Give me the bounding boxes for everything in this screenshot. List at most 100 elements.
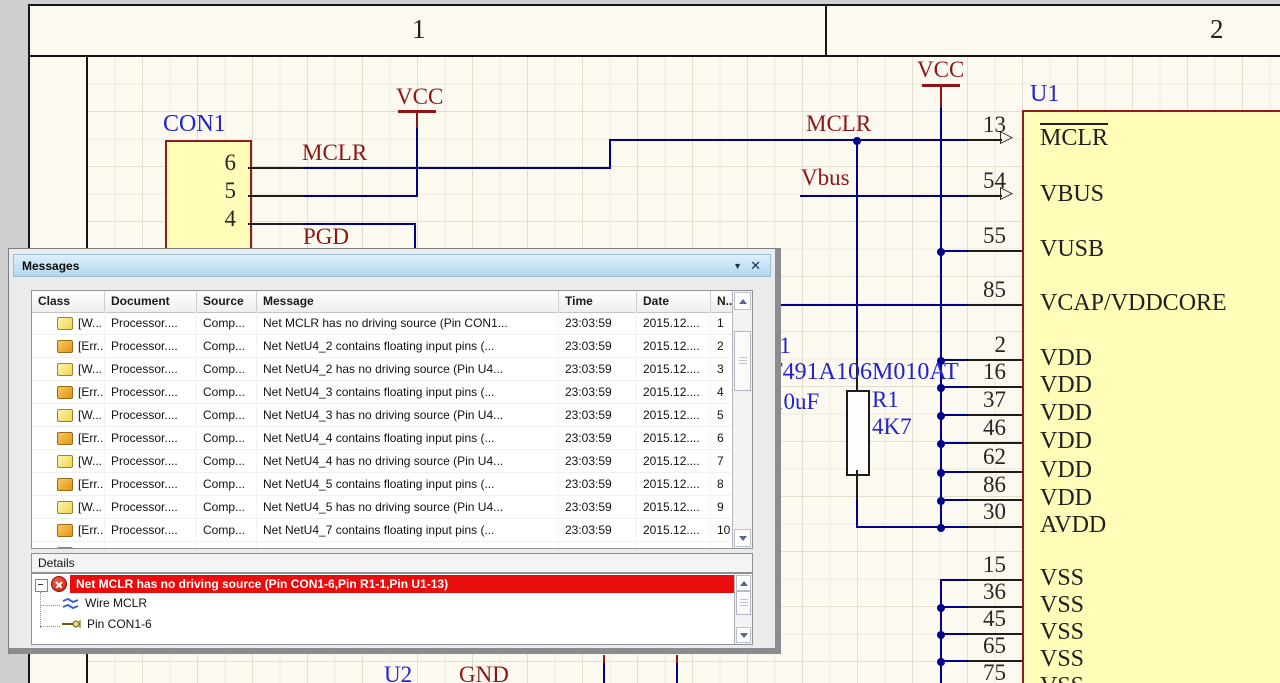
u1-pin-name[interactable]: MCLR — [1040, 126, 1108, 150]
wire-segment[interactable] — [603, 655, 605, 663]
wire-segment[interactable] — [303, 195, 418, 197]
wire-segment[interactable] — [416, 126, 418, 197]
column-header-document[interactable]: Document — [105, 291, 197, 312]
net-label[interactable]: MCLR — [806, 112, 871, 135]
net-label[interactable]: VCC — [396, 85, 443, 108]
u1-pin-line[interactable] — [968, 250, 1022, 252]
net-label[interactable]: T491A106M010AT — [768, 360, 959, 384]
u1-pin-name[interactable]: VBUS — [1040, 182, 1104, 206]
con1-pin-number[interactable]: 6 — [166, 151, 237, 174]
u1-pin-number[interactable]: 16 — [936, 360, 1006, 383]
scrollbar-thumb[interactable] — [734, 331, 751, 391]
u1-pin-line[interactable] — [968, 304, 1022, 306]
u1-pin-number[interactable]: 46 — [936, 416, 1006, 439]
column-header-n[interactable]: N.. — [711, 291, 733, 312]
u1-pin-number[interactable]: 15 — [936, 553, 1006, 576]
column-header-message[interactable]: Message — [257, 291, 559, 312]
net-label[interactable]: 4K7 — [872, 415, 912, 438]
net-label[interactable]: CON1 — [163, 112, 226, 136]
u1-pin-number[interactable]: 13 — [936, 113, 1006, 136]
messages-scrollbar[interactable] — [732, 291, 752, 548]
wire-segment[interactable] — [856, 139, 858, 362]
tree-collapse-icon[interactable] — [35, 579, 48, 592]
u1-pin-name[interactable]: VDD — [1040, 486, 1092, 510]
wire-segment[interactable] — [303, 167, 611, 169]
messages-panel[interactable]: Messages ▼ ✕ Class Document Source Message T… — [8, 248, 781, 654]
u1-pin-name[interactable]: AVDD — [1040, 513, 1106, 537]
u1-pin-name[interactable]: VDD — [1040, 458, 1092, 482]
wire-segment[interactable] — [248, 167, 303, 169]
wire-segment[interactable] — [398, 110, 436, 113]
u1-pin-number[interactable]: 36 — [936, 580, 1006, 603]
scroll-down-button[interactable] — [734, 529, 751, 547]
wire-segment[interactable] — [248, 223, 303, 225]
wire-segment[interactable] — [856, 470, 858, 502]
con1-pin-number[interactable]: 4 — [166, 207, 237, 230]
details-scrollbar[interactable] — [734, 574, 752, 644]
panel-close-icon[interactable]: ✕ — [750, 258, 761, 274]
u1-pin-number[interactable]: 55 — [936, 224, 1006, 247]
u1-pin-name[interactable]: VDD — [1040, 346, 1092, 370]
panel-collapse-icon[interactable]: ▼ — [733, 261, 742, 271]
u1-pin-name[interactable]: VCAP/VDDCORE — [1040, 291, 1227, 315]
u1-pin-number[interactable]: 86 — [936, 473, 1006, 496]
wire-segment[interactable] — [609, 139, 611, 169]
net-label[interactable]: MCLR — [302, 141, 367, 164]
messages-table-header[interactable]: Class Document Source Message Time Date N.. — [32, 291, 733, 313]
u1-pin-number[interactable]: 85 — [936, 278, 1006, 301]
u1-pin-line[interactable] — [968, 526, 1022, 528]
message-row[interactable]: [W... Processor.... Comp... Net NetU4_2 has… — [32, 358, 733, 381]
u1-pin-name[interactable]: VUSB — [1040, 237, 1104, 261]
message-row[interactable]: [Err... Processor.... Comp... Net NetU4_2 c… — [32, 335, 733, 358]
u1-pin-name[interactable]: VDD — [1040, 401, 1092, 425]
net-label[interactable]: U2 — [384, 663, 412, 683]
scroll-up-button[interactable] — [734, 292, 751, 310]
message-row[interactable]: [W...Processor....Comp...Net NetU4_7 has… — [32, 542, 733, 548]
wire-segment[interactable] — [856, 526, 942, 528]
u1-pin-line[interactable] — [968, 195, 1002, 197]
wire-segment[interactable] — [676, 655, 678, 663]
wire-segment[interactable] — [603, 661, 605, 683]
u1-pin-name[interactable]: VDD — [1040, 373, 1092, 397]
u1-pin-number[interactable]: 65 — [936, 634, 1006, 657]
net-label[interactable]: GND — [459, 663, 509, 683]
details-pin-item[interactable]: Pin CON1-6 — [62, 617, 152, 631]
message-row[interactable]: [Err... Processor.... Comp... Net NetU4_5 c… — [32, 473, 733, 496]
scrollbar-thumb[interactable] — [736, 591, 751, 615]
message-row[interactable]: [W... Processor.... Comp... Net MCLR has no… — [32, 312, 733, 335]
con1-pin-number[interactable]: 5 — [166, 179, 237, 202]
wire-segment[interactable] — [676, 661, 678, 683]
u1-pin-name[interactable]: VSS — [1040, 620, 1084, 644]
u1-pin-number[interactable]: 30 — [936, 500, 1006, 523]
u1-pin-number[interactable]: 54 — [936, 169, 1006, 192]
u1-pin-rail-stub[interactable] — [940, 526, 968, 528]
scroll-up-button[interactable] — [736, 575, 751, 591]
message-row[interactable]: [W... Processor.... Comp... Net NetU4_3 has… — [32, 404, 733, 427]
message-row[interactable]: [W... Processor.... Comp... Net NetU4_5 has… — [32, 496, 733, 519]
u1-pin-name[interactable]: VSS — [1040, 674, 1084, 683]
net-label[interactable]: VCC — [917, 58, 964, 81]
wire-segment[interactable] — [775, 304, 968, 306]
message-row[interactable]: [Err... Processor.... Comp... Net NetU4_7 c… — [32, 519, 733, 542]
scroll-down-button[interactable] — [736, 627, 751, 643]
wire-segment[interactable] — [416, 111, 418, 128]
u1-pin-name[interactable]: VSS — [1040, 593, 1084, 617]
message-row[interactable]: [Err... Processor.... Comp... Net NetU4_4 c… — [32, 427, 733, 450]
messages-panel-titlebar[interactable]: Messages ▼ ✕ — [13, 254, 771, 277]
u1-pin-name[interactable]: VSS — [1040, 566, 1084, 590]
wire-segment[interactable] — [940, 84, 942, 110]
u1-pin-rail-stub[interactable] — [940, 250, 968, 252]
u1-pin-number[interactable]: 62 — [936, 445, 1006, 468]
message-row[interactable]: [W... Processor.... Comp... Net NetU4_4 has… — [32, 450, 733, 473]
details-wire-item[interactable]: Wire MCLR — [62, 596, 147, 610]
u1-pin-rail-stub[interactable] — [940, 442, 968, 444]
net-label[interactable]: PGD — [303, 225, 349, 248]
u1-pin-line[interactable] — [968, 139, 1002, 141]
column-header-date[interactable]: Date — [637, 291, 711, 312]
net-label[interactable]: Vbus — [801, 166, 850, 189]
u1-pin-number[interactable]: 2 — [936, 333, 1007, 356]
details-selected-error[interactable]: Net MCLR has no driving source (Pin CON1… — [70, 575, 735, 593]
column-header-source[interactable]: Source — [197, 291, 257, 312]
u1-pin-number[interactable]: 37 — [936, 388, 1006, 411]
net-label[interactable]: R1 — [872, 388, 899, 411]
